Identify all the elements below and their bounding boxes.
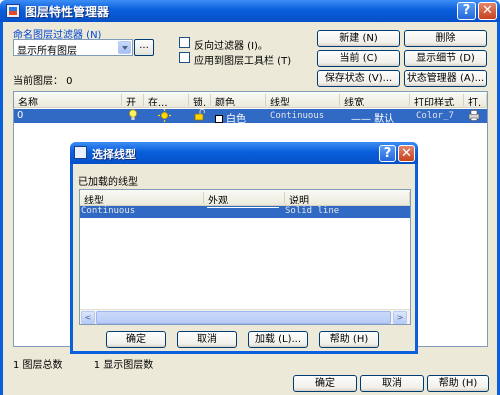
state-manager-button[interactable]: 状态管理器 (A)... [404, 70, 487, 87]
delete-layer-button[interactable]: 删除 [404, 30, 487, 47]
cancel-button[interactable]: 取消 [360, 375, 424, 392]
layer-filter-select[interactable]: 显示所有图层 [13, 39, 133, 57]
layer-lineweight[interactable]: —— 默认 [351, 110, 394, 125]
list-item[interactable]: Continuous Solid line [80, 206, 410, 218]
layer-manager-window: 图层特性管理器 ? ✕ 命名图层过滤器 (N) 显示所有图层 ... 反向过滤器… [0, 0, 500, 395]
column-plot[interactable]: 打. [464, 94, 487, 106]
column-name[interactable]: 名称 [14, 94, 122, 106]
select-linetype-dialog: 选择线型 ? ✕ 已加载的线型 线型 外观 说明 Continuous Soli… [70, 142, 418, 354]
unlock-icon[interactable] [194, 108, 206, 124]
help-title-button[interactable]: ? [457, 2, 476, 20]
layer-filter-value: 显示所有图层 [17, 46, 77, 57]
dialog-close-button[interactable]: ✕ [398, 145, 415, 162]
lightbulb-on-icon[interactable] [128, 109, 138, 124]
save-state-button[interactable]: 保存状态 (V)... [317, 70, 400, 87]
layer-list-header: 名称 开 在... 锁. 颜色 线型 线宽 打印样式 打. [14, 92, 487, 108]
window-title: 图层特性管理器 [25, 5, 110, 19]
linetype-list-header: 线型 外观 说明 [80, 190, 410, 206]
linetype-appearance [207, 207, 279, 208]
color-swatch [215, 115, 223, 123]
linetype-dialog-icon [74, 146, 87, 159]
layer-manager-icon [6, 4, 20, 18]
ok-button[interactable]: 确定 [293, 375, 357, 392]
scroll-left-button[interactable]: < [81, 311, 95, 324]
linetype-name: Continuous [81, 206, 136, 216]
linetype-description: Solid line [285, 206, 340, 216]
invert-filter-checkbox[interactable] [179, 37, 190, 48]
title-bar[interactable]: 图层特性管理器 ? ✕ [0, 0, 500, 22]
column-on[interactable]: 开 [122, 94, 144, 106]
column-color[interactable]: 颜色 [211, 94, 266, 106]
dialog-cancel-button[interactable]: 取消 [177, 331, 237, 348]
printer-icon[interactable] [468, 109, 480, 124]
table-row[interactable]: 0 白色 Continuous —— 默认 Color_7 [14, 108, 487, 125]
column-linetype-name[interactable]: 线型 [80, 192, 204, 204]
column-plotstyle[interactable]: 打印样式 [410, 94, 464, 106]
layer-color[interactable]: 白色 [215, 110, 246, 125]
chevron-down-icon[interactable] [118, 41, 131, 54]
show-details-button[interactable]: 显示细节 (D) [404, 50, 487, 67]
linetype-list[interactable]: 线型 外观 说明 Continuous Solid line < > [79, 189, 411, 325]
new-layer-button[interactable]: 新建 (N) [317, 30, 400, 47]
apply-toolbar-label: 应用到图层工具栏 (T) [194, 56, 292, 67]
column-freeze[interactable]: 在... [144, 94, 189, 106]
scroll-thumb[interactable] [96, 311, 391, 324]
column-description[interactable]: 说明 [285, 192, 410, 204]
column-appearance[interactable]: 外观 [204, 192, 285, 204]
status-bar: 1 图层总数 1 显示图层数 [13, 356, 153, 371]
dialog-client: 已加载的线型 线型 外观 说明 Continuous Solid line < … [73, 164, 415, 351]
help-button[interactable]: 帮助 (H) [427, 375, 489, 392]
horizontal-scrollbar[interactable]: < > [80, 309, 410, 324]
dialog-help-title-button[interactable]: ? [379, 145, 396, 162]
column-lineweight[interactable]: 线宽 [340, 94, 410, 106]
filter-browse-button[interactable]: ... [134, 39, 154, 56]
total-layers-count: 1 图层总数 [13, 360, 63, 371]
loaded-linetypes-label: 已加载的线型 [78, 177, 138, 188]
shown-layers-count: 1 显示图层数 [93, 360, 154, 371]
layer-color-name: 白色 [226, 114, 246, 125]
dialog-help-button[interactable]: 帮助 (H) [319, 331, 379, 348]
sun-thaw-icon[interactable] [158, 109, 171, 125]
set-current-button[interactable]: 当前 (C) [317, 50, 400, 67]
apply-toolbar-checkbox[interactable] [179, 52, 190, 63]
column-linetype[interactable]: 线型 [266, 94, 340, 106]
dialog-title-bar[interactable]: 选择线型 ? ✕ [70, 142, 418, 164]
layer-plotstyle: Color_7 [416, 111, 454, 121]
current-layer-label: 当前图层： 0 [13, 76, 73, 87]
close-button[interactable]: ✕ [478, 2, 497, 20]
dialog-title: 选择线型 [92, 148, 136, 161]
column-lock[interactable]: 锁. [189, 94, 211, 106]
invert-filter-label: 反向过滤器 (I)。 [194, 41, 268, 52]
dialog-ok-button[interactable]: 确定 [106, 331, 166, 348]
scroll-right-button[interactable]: > [393, 311, 407, 324]
layer-name: 0 [17, 110, 24, 121]
layer-linetype[interactable]: Continuous [270, 111, 324, 121]
load-linetype-button[interactable]: 加载 (L)... [248, 331, 308, 348]
